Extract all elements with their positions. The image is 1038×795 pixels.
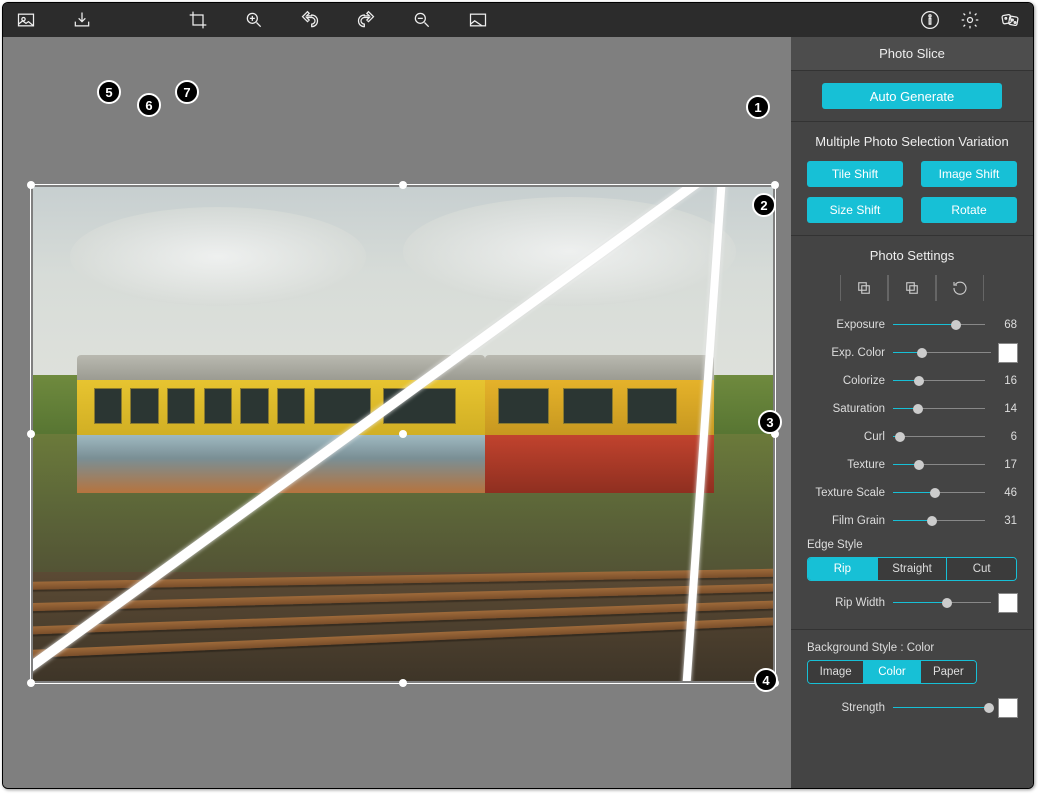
- rip-width-slider[interactable]: Rip Width: [807, 589, 1017, 617]
- annotation-5: 5: [97, 80, 121, 104]
- exp-color-swatch[interactable]: [999, 344, 1017, 362]
- zoom-in-button[interactable]: [241, 7, 267, 33]
- strength-swatch[interactable]: [999, 699, 1017, 717]
- reset-button[interactable]: [936, 275, 984, 301]
- background-style-label: Background Style : Color: [807, 642, 1017, 654]
- selected-photo[interactable]: [33, 187, 773, 681]
- colorize-slider[interactable]: Colorize16: [807, 367, 1017, 395]
- background-style-segment: Image Color Paper: [807, 660, 977, 684]
- sidebar-title: Photo Slice: [791, 37, 1033, 71]
- handle-n[interactable]: [399, 181, 407, 189]
- bring-forward-button[interactable]: [840, 275, 888, 301]
- top-toolbar: [3, 3, 1033, 37]
- annotation-2: 2: [752, 193, 776, 217]
- crop-button[interactable]: [185, 7, 211, 33]
- handle-nw[interactable]: [27, 181, 35, 189]
- auto-generate-button[interactable]: Auto Generate: [822, 83, 1002, 109]
- rotate-button[interactable]: Rotate: [921, 197, 1017, 223]
- bg-color-option[interactable]: Color: [863, 661, 919, 683]
- handle-s[interactable]: [399, 679, 407, 687]
- strength-slider[interactable]: Strength: [807, 694, 1017, 722]
- edge-style-label: Edge Style: [807, 539, 1017, 551]
- zoom-out-button[interactable]: [409, 7, 435, 33]
- selection-border: [30, 184, 776, 684]
- fit-screen-button[interactable]: [465, 7, 491, 33]
- settings-button[interactable]: [957, 7, 983, 33]
- exposure-slider[interactable]: Exposure68: [807, 311, 1017, 339]
- variation-header: Multiple Photo Selection Variation: [807, 134, 1017, 149]
- edge-straight-option[interactable]: Straight: [877, 558, 947, 580]
- texture-slider[interactable]: Texture17: [807, 451, 1017, 479]
- open-image-button[interactable]: [13, 7, 39, 33]
- redo-button[interactable]: [353, 7, 379, 33]
- sidebar: Photo Slice Auto Generate Multiple Photo…: [791, 37, 1033, 789]
- exp-color-slider[interactable]: Exp. Color: [807, 339, 1017, 367]
- size-shift-button[interactable]: Size Shift: [807, 197, 903, 223]
- annotation-4: 4: [754, 668, 778, 692]
- annotation-3: 3: [758, 410, 782, 434]
- annotation-6: 6: [137, 93, 161, 117]
- handle-sw[interactable]: [27, 679, 35, 687]
- edge-style-segment: Rip Straight Cut: [807, 557, 1017, 581]
- handle-w[interactable]: [27, 430, 35, 438]
- texture-scale-slider[interactable]: Texture Scale46: [807, 479, 1017, 507]
- randomize-button[interactable]: [997, 7, 1023, 33]
- undo-button[interactable]: [297, 7, 323, 33]
- send-backward-button[interactable]: [888, 275, 936, 301]
- edge-rip-option[interactable]: Rip: [808, 558, 877, 580]
- bg-paper-option[interactable]: Paper: [920, 661, 976, 683]
- annotation-7: 7: [175, 80, 199, 104]
- curl-slider[interactable]: Curl6: [807, 423, 1017, 451]
- handle-c[interactable]: [399, 430, 407, 438]
- film-grain-slider[interactable]: Film Grain31: [807, 507, 1017, 535]
- photo-settings-header: Photo Settings: [807, 248, 1017, 263]
- bg-image-option[interactable]: Image: [808, 661, 863, 683]
- image-shift-button[interactable]: Image Shift: [921, 161, 1017, 187]
- export-button[interactable]: [69, 7, 95, 33]
- info-button[interactable]: [917, 7, 943, 33]
- canvas-area[interactable]: [3, 37, 793, 789]
- edge-cut-option[interactable]: Cut: [946, 558, 1016, 580]
- app-window: Photo Slice Auto Generate Multiple Photo…: [2, 2, 1034, 789]
- saturation-slider[interactable]: Saturation14: [807, 395, 1017, 423]
- rip-width-swatch[interactable]: [999, 594, 1017, 612]
- tile-shift-button[interactable]: Tile Shift: [807, 161, 903, 187]
- layer-order-row: [807, 275, 1017, 301]
- handle-ne[interactable]: [771, 181, 779, 189]
- annotation-1: 1: [746, 95, 770, 119]
